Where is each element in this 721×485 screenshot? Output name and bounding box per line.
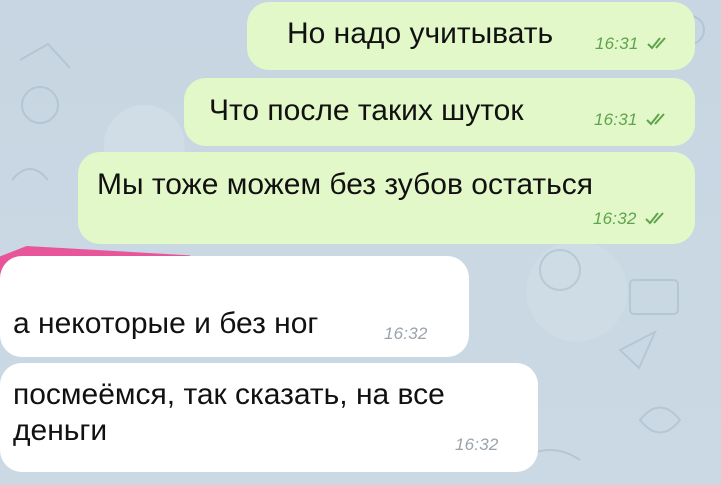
double-check-icon — [645, 212, 664, 225]
double-check-icon — [647, 37, 666, 50]
message-bubble-3[interactable]: Мы тоже можем без зубов остаться 16:32 — [78, 152, 695, 244]
double-check-icon — [646, 113, 665, 126]
message-bubble-4[interactable]: а некоторые и без ног 16:32 — [0, 256, 469, 357]
message-text: Но надо учитывать — [287, 17, 554, 50]
message-text: а некоторые и без ног — [13, 307, 319, 340]
message-time: 16:32 — [384, 324, 428, 343]
message-text: посмеёмся, так сказать, на все деньги — [13, 378, 445, 447]
message-time: 16:32 — [593, 209, 637, 228]
message-bubble-1[interactable]: Но надо учитывать 16:31 — [247, 2, 695, 70]
message-text: Мы тоже можем без зубов остаться — [97, 168, 593, 201]
message-bubble-2[interactable]: Что после таких шуток 16:31 — [184, 78, 695, 146]
message-time: 16:31 — [594, 110, 638, 129]
message-time: 16:31 — [595, 34, 639, 53]
message-bubble-5[interactable]: посмеёмся, так сказать, на все деньги 16… — [0, 363, 538, 472]
message-time: 16:32 — [455, 435, 499, 454]
message-text: Что после таких шуток — [209, 94, 524, 127]
